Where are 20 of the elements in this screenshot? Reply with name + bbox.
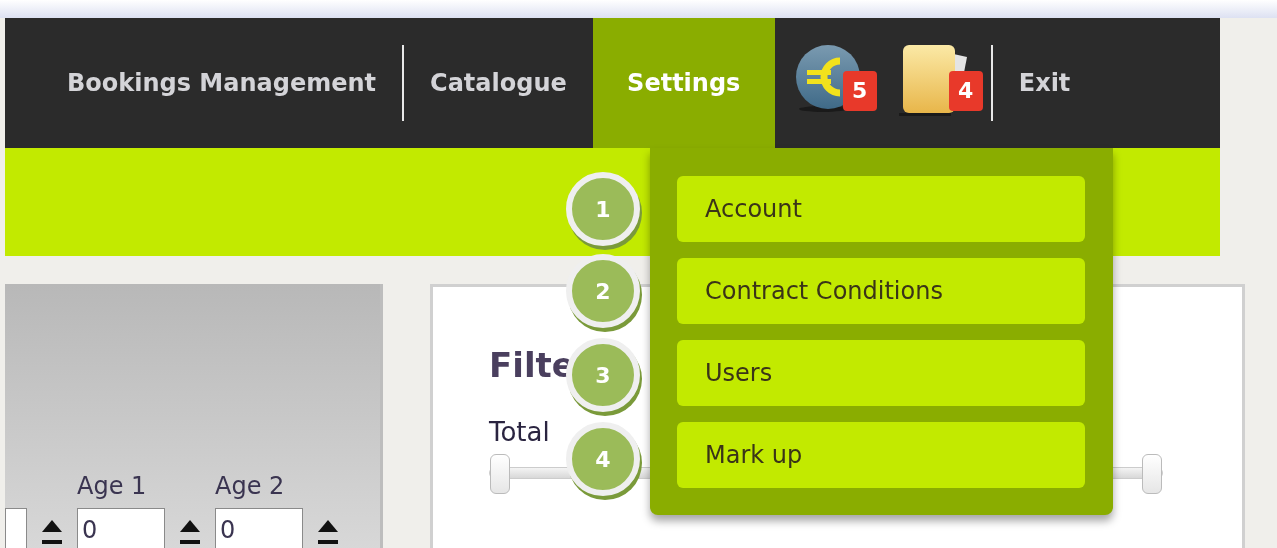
menu-item[interactable]: Mark up xyxy=(677,422,1085,488)
payments-button[interactable]: 5 xyxy=(792,43,875,123)
slider-thumb[interactable] xyxy=(1142,454,1162,494)
slider-thumb[interactable] xyxy=(490,454,510,494)
menu-item[interactable]: Users xyxy=(677,340,1085,406)
age-input[interactable]: 0 xyxy=(215,508,303,548)
count-badge: 5 xyxy=(842,71,877,111)
age-label: Age 2 xyxy=(215,472,286,500)
nav-link[interactable]: Bookings Management xyxy=(41,18,403,148)
count-badge: 4 xyxy=(948,71,983,111)
age-label: Age 1 xyxy=(77,472,148,500)
slider-label: Total xyxy=(489,417,550,447)
age-input[interactable] xyxy=(5,508,27,548)
nav-link[interactable]: Catalogue xyxy=(404,18,593,148)
nav-link[interactable]: Exit xyxy=(992,18,1097,148)
documents-button[interactable]: 4 xyxy=(896,43,981,123)
age-input[interactable]: 0 xyxy=(77,508,165,548)
menu-item[interactable]: Contract Conditions xyxy=(677,258,1085,324)
menu-item[interactable]: Account xyxy=(677,176,1085,242)
step-number-marker: 2 xyxy=(566,254,640,328)
